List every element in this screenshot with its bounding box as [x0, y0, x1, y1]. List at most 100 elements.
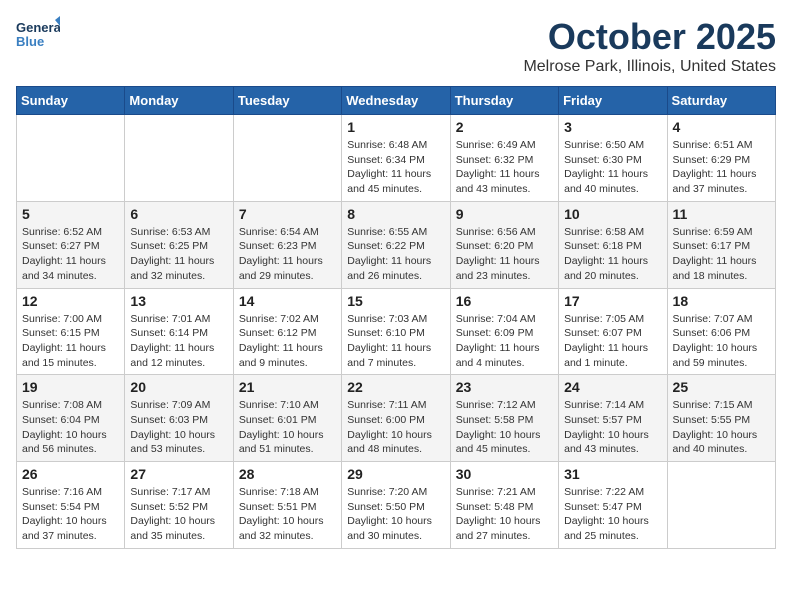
- calendar-table: SundayMondayTuesdayWednesdayThursdayFrid…: [16, 86, 776, 549]
- cell-info: Sunrise: 7:22 AMSunset: 5:47 PMDaylight:…: [564, 485, 661, 544]
- svg-text:General: General: [16, 20, 60, 35]
- day-number: 22: [347, 379, 444, 395]
- day-number: 19: [22, 379, 119, 395]
- header-row: SundayMondayTuesdayWednesdayThursdayFrid…: [17, 87, 776, 115]
- calendar-cell: [233, 115, 341, 202]
- cell-info: Sunrise: 7:21 AMSunset: 5:48 PMDaylight:…: [456, 485, 553, 544]
- calendar-header: SundayMondayTuesdayWednesdayThursdayFrid…: [17, 87, 776, 115]
- calendar-cell: 16Sunrise: 7:04 AMSunset: 6:09 PMDayligh…: [450, 288, 558, 375]
- location-title: Melrose Park, Illinois, United States: [523, 58, 776, 76]
- header-cell-saturday: Saturday: [667, 87, 775, 115]
- logo-container: General Blue: [16, 16, 60, 60]
- cell-info: Sunrise: 7:03 AMSunset: 6:10 PMDaylight:…: [347, 312, 444, 371]
- week-row-5: 26 Sunrise: 7:16 AMSunset: 5:54 PMDayligh…: [17, 462, 776, 549]
- day-number: 27: [130, 466, 227, 482]
- cell-info: Sunrise: 6:52 AMSunset: 6:27 PMDaylight:…: [22, 225, 119, 284]
- header-cell-sunday: Sunday: [17, 87, 125, 115]
- header-cell-wednesday: Wednesday: [342, 87, 450, 115]
- cell-info: Sunrise: 7:12 AMSunset: 5:58 PMDaylight:…: [456, 398, 553, 457]
- day-number: 13: [130, 293, 227, 309]
- day-number: 18: [673, 293, 770, 309]
- cell-info: Sunrise: 7:18 AMSunset: 5:51 PMDaylight:…: [239, 485, 336, 544]
- header-cell-thursday: Thursday: [450, 87, 558, 115]
- calendar-cell: 11Sunrise: 6:59 AMSunset: 6:17 PMDayligh…: [667, 201, 775, 288]
- day-number: 21: [239, 379, 336, 395]
- header-cell-tuesday: Tuesday: [233, 87, 341, 115]
- cell-info: Sunrise: 7:10 AMSunset: 6:01 PMDaylight:…: [239, 398, 336, 457]
- logo: General Blue: [16, 16, 60, 60]
- calendar-cell: 8 Sunrise: 6:55 AMSunset: 6:22 PMDaylight…: [342, 201, 450, 288]
- day-number: 9: [456, 206, 553, 222]
- day-number: 1: [347, 119, 444, 135]
- cell-info: Sunrise: 7:15 AMSunset: 5:55 PMDaylight:…: [673, 398, 770, 457]
- calendar-cell: [667, 462, 775, 549]
- calendar-cell: 3 Sunrise: 6:50 AMSunset: 6:30 PMDaylight…: [559, 115, 667, 202]
- logo-icon: General Blue: [16, 16, 60, 60]
- calendar-cell: 2Sunrise: 6:49 AMSunset: 6:32 PMDaylight…: [450, 115, 558, 202]
- day-number: 24: [564, 379, 661, 395]
- cell-info: Sunrise: 6:55 AMSunset: 6:22 PMDaylight:…: [347, 225, 444, 284]
- day-number: 5: [22, 206, 119, 222]
- calendar-cell: 20Sunrise: 7:09 AMSunset: 6:03 PMDayligh…: [125, 375, 233, 462]
- day-number: 3: [564, 119, 661, 135]
- cell-info: Sunrise: 7:17 AMSunset: 5:52 PMDaylight:…: [130, 485, 227, 544]
- day-number: 8: [347, 206, 444, 222]
- calendar-cell: 17 Sunrise: 7:05 AMSunset: 6:07 PMDayligh…: [559, 288, 667, 375]
- cell-info: Sunrise: 6:50 AMSunset: 6:30 PMDaylight:…: [564, 138, 661, 197]
- cell-info: Sunrise: 6:53 AMSunset: 6:25 PMDaylight:…: [130, 225, 227, 284]
- day-number: 17: [564, 293, 661, 309]
- day-number: 16: [456, 293, 553, 309]
- calendar-cell: 7 Sunrise: 6:54 AMSunset: 6:23 PMDaylight…: [233, 201, 341, 288]
- day-number: 14: [239, 293, 336, 309]
- week-row-2: 5 Sunrise: 6:52 AMSunset: 6:27 PMDaylight…: [17, 201, 776, 288]
- day-number: 15: [347, 293, 444, 309]
- calendar-cell: 25Sunrise: 7:15 AMSunset: 5:55 PMDayligh…: [667, 375, 775, 462]
- calendar-cell: 18 Sunrise: 7:07 AMSunset: 6:06 PMDayligh…: [667, 288, 775, 375]
- calendar-cell: 31Sunrise: 7:22 AMSunset: 5:47 PMDayligh…: [559, 462, 667, 549]
- calendar-cell: 4Sunrise: 6:51 AMSunset: 6:29 PMDaylight…: [667, 115, 775, 202]
- calendar-body: 1Sunrise: 6:48 AMSunset: 6:34 PMDaylight…: [17, 115, 776, 549]
- cell-info: Sunrise: 6:54 AMSunset: 6:23 PMDaylight:…: [239, 225, 336, 284]
- calendar-cell: [125, 115, 233, 202]
- title-block: October 2025 Melrose Park, Illinois, Uni…: [523, 16, 776, 76]
- page-header: General Blue October 2025 Melrose Park, …: [16, 16, 776, 76]
- header-cell-friday: Friday: [559, 87, 667, 115]
- day-number: 28: [239, 466, 336, 482]
- svg-text:Blue: Blue: [16, 34, 44, 49]
- header-cell-monday: Monday: [125, 87, 233, 115]
- calendar-cell: 22 Sunrise: 7:11 AMSunset: 6:00 PMDayligh…: [342, 375, 450, 462]
- calendar-cell: 30 Sunrise: 7:21 AMSunset: 5:48 PMDayligh…: [450, 462, 558, 549]
- calendar-cell: 15 Sunrise: 7:03 AMSunset: 6:10 PMDayligh…: [342, 288, 450, 375]
- day-number: 7: [239, 206, 336, 222]
- day-number: 10: [564, 206, 661, 222]
- calendar-cell: 23Sunrise: 7:12 AMSunset: 5:58 PMDayligh…: [450, 375, 558, 462]
- cell-info: Sunrise: 7:07 AMSunset: 6:06 PMDaylight:…: [673, 312, 770, 371]
- calendar-cell: 24 Sunrise: 7:14 AMSunset: 5:57 PMDayligh…: [559, 375, 667, 462]
- cell-info: Sunrise: 7:02 AMSunset: 6:12 PMDaylight:…: [239, 312, 336, 371]
- calendar-cell: 13Sunrise: 7:01 AMSunset: 6:14 PMDayligh…: [125, 288, 233, 375]
- day-number: 6: [130, 206, 227, 222]
- day-number: 20: [130, 379, 227, 395]
- calendar-cell: 21 Sunrise: 7:10 AMSunset: 6:01 PMDayligh…: [233, 375, 341, 462]
- calendar-cell: 12Sunrise: 7:00 AMSunset: 6:15 PMDayligh…: [17, 288, 125, 375]
- cell-info: Sunrise: 7:20 AMSunset: 5:50 PMDaylight:…: [347, 485, 444, 544]
- day-number: 30: [456, 466, 553, 482]
- cell-info: Sunrise: 7:05 AMSunset: 6:07 PMDaylight:…: [564, 312, 661, 371]
- day-number: 4: [673, 119, 770, 135]
- cell-info: Sunrise: 7:00 AMSunset: 6:15 PMDaylight:…: [22, 312, 119, 371]
- cell-info: Sunrise: 7:14 AMSunset: 5:57 PMDaylight:…: [564, 398, 661, 457]
- week-row-1: 1Sunrise: 6:48 AMSunset: 6:34 PMDaylight…: [17, 115, 776, 202]
- week-row-3: 12Sunrise: 7:00 AMSunset: 6:15 PMDayligh…: [17, 288, 776, 375]
- month-title: October 2025: [523, 16, 776, 58]
- calendar-cell: 26 Sunrise: 7:16 AMSunset: 5:54 PMDayligh…: [17, 462, 125, 549]
- day-number: 26: [22, 466, 119, 482]
- calendar-cell: 19Sunrise: 7:08 AMSunset: 6:04 PMDayligh…: [17, 375, 125, 462]
- week-row-4: 19Sunrise: 7:08 AMSunset: 6:04 PMDayligh…: [17, 375, 776, 462]
- cell-info: Sunrise: 6:49 AMSunset: 6:32 PMDaylight:…: [456, 138, 553, 197]
- calendar-cell: 28 Sunrise: 7:18 AMSunset: 5:51 PMDayligh…: [233, 462, 341, 549]
- cell-info: Sunrise: 7:16 AMSunset: 5:54 PMDaylight:…: [22, 485, 119, 544]
- calendar-cell: 6 Sunrise: 6:53 AMSunset: 6:25 PMDaylight…: [125, 201, 233, 288]
- cell-info: Sunrise: 7:11 AMSunset: 6:00 PMDaylight:…: [347, 398, 444, 457]
- day-number: 11: [673, 206, 770, 222]
- day-number: 29: [347, 466, 444, 482]
